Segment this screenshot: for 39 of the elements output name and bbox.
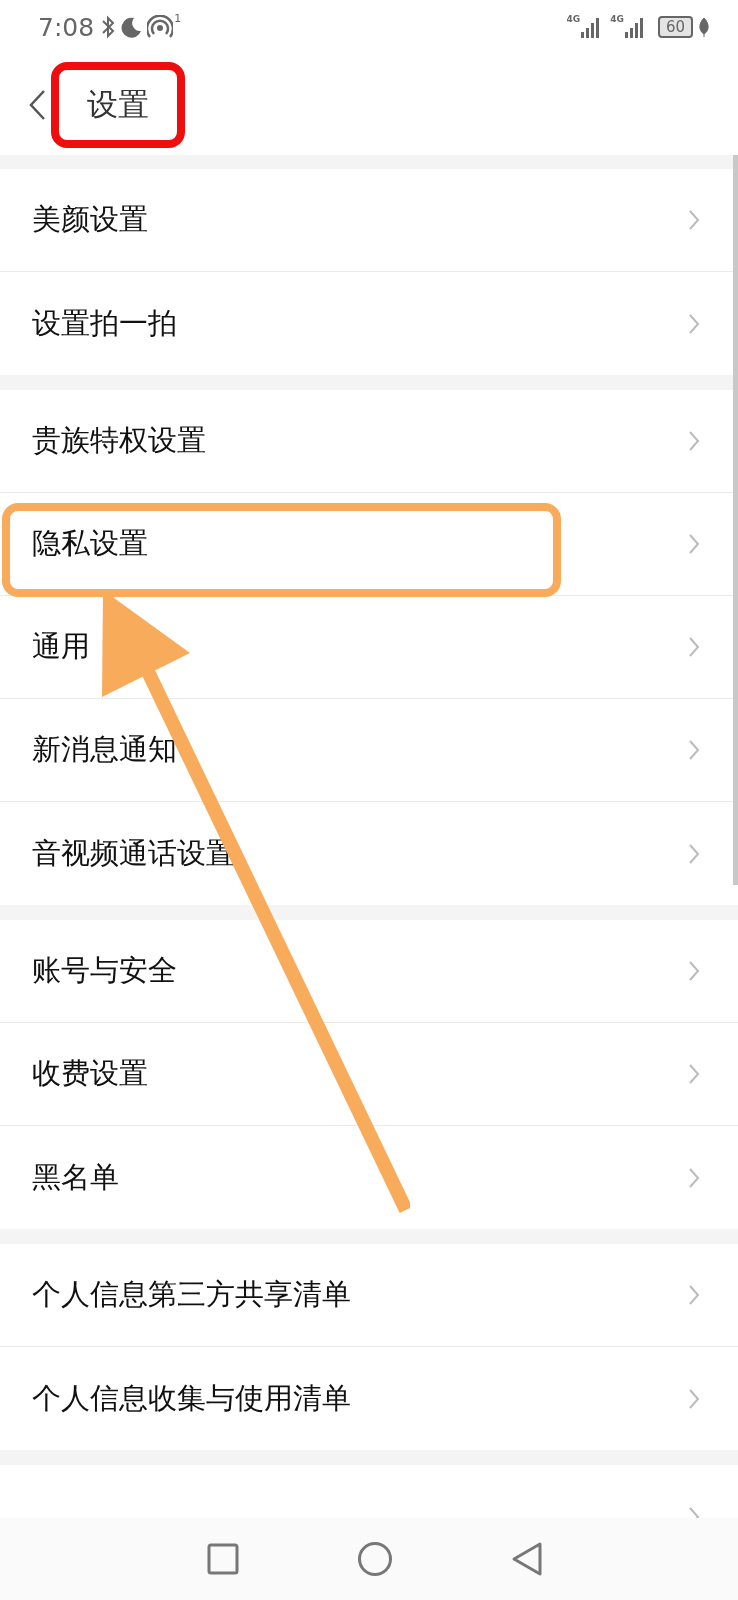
settings-item[interactable]: 隐私设置 (32, 524, 688, 564)
chevron-icon (688, 430, 700, 452)
chevron-icon (688, 1166, 700, 1189)
settings-item[interactable]: 收费设置 (32, 1054, 688, 1094)
chevron-icon (688, 312, 700, 335)
chevron-icon (688, 1063, 700, 1085)
chevron-icon (688, 960, 700, 982)
leaf-icon (698, 17, 710, 37)
recent-apps-icon[interactable] (207, 1543, 239, 1575)
network-type: 4G (610, 14, 624, 24)
settings-item[interactable]: 个人信息第三方共享清单 (32, 1275, 688, 1315)
chevron-icon (688, 533, 700, 555)
clock-time: 7:08 (38, 12, 95, 42)
chevron-icon (688, 842, 700, 865)
battery-level: 60 (657, 16, 693, 38)
settings-item[interactable]: 账号与安全 (32, 951, 688, 991)
settings-item[interactable]: 黑名单 (32, 1157, 688, 1198)
settings-item[interactable]: 个人信息收集与使用清单 (32, 1378, 688, 1419)
signal-icon (624, 16, 645, 38)
page-title: 设置 (51, 61, 185, 148)
chevron-icon (688, 1284, 700, 1306)
home-icon[interactable] (357, 1541, 393, 1577)
settings-item[interactable]: 新消息通知 (32, 730, 688, 770)
chevron-icon (688, 636, 700, 658)
settings-item[interactable]: 设置拍一拍 (32, 303, 688, 344)
settings-item[interactable]: 贵族特权设置 (32, 421, 688, 461)
settings-item[interactable]: 通用 (32, 627, 688, 667)
hotspot-count: 1 (174, 12, 182, 25)
back-icon[interactable] (28, 88, 46, 121)
hotspot-icon (147, 15, 174, 39)
chevron-icon (688, 739, 700, 761)
chevron-icon (688, 1387, 700, 1410)
moon-icon (120, 16, 143, 38)
back-nav-icon[interactable] (511, 1541, 543, 1577)
network-type: 4G (566, 14, 581, 24)
bluetooth-icon (101, 15, 116, 39)
signal-icon (581, 16, 602, 38)
chevron-icon (688, 209, 700, 231)
settings-item[interactable]: 美颜设置 (32, 200, 688, 240)
